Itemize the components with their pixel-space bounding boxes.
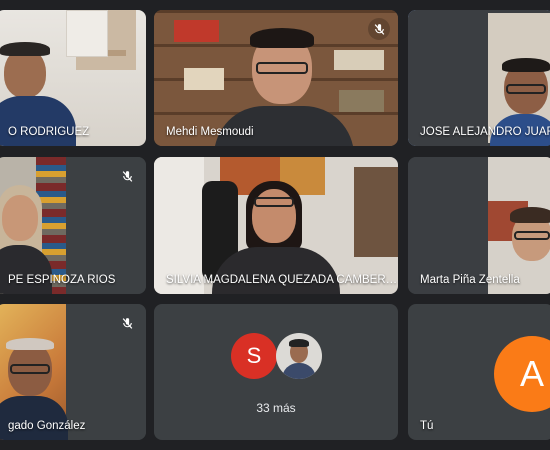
participant-name: Mehdi Mesmoudi	[166, 126, 254, 138]
participant-tile-4[interactable]: PE ESPINOZA RIOS	[0, 157, 146, 294]
participant-name: JOSE ALEJANDRO JUAREZ	[420, 126, 550, 138]
participant-name: SILVIA MAGDALENA QUEZADA CAMBER…	[166, 274, 398, 286]
participant-tile-7[interactable]: gado González	[0, 304, 146, 440]
participant-tile-1[interactable]: O RODRIGUEZ	[0, 10, 146, 146]
participant-avatar-photo	[276, 333, 322, 379]
participant-name: O RODRIGUEZ	[8, 126, 90, 138]
mic-off-icon	[116, 165, 138, 187]
participant-name: Tú	[420, 420, 434, 432]
participant-tile-5[interactable]: SILVIA MAGDALENA QUEZADA CAMBER…	[154, 157, 398, 294]
mic-off-icon	[368, 18, 390, 40]
self-tile[interactable]: A Tú	[408, 304, 550, 440]
participant-tile-3[interactable]: JOSE ALEJANDRO JUAREZ	[408, 10, 550, 146]
participant-name: Marta Piña Zentella	[420, 274, 520, 286]
participant-avatar-s: S	[231, 333, 277, 379]
participant-name: gado González	[8, 420, 86, 432]
participant-tile-2[interactable]: Mehdi Mesmoudi	[154, 10, 398, 146]
more-participants-tile[interactable]: S 33 más	[154, 304, 398, 440]
participant-tile-6[interactable]: Marta Piña Zentella	[408, 157, 550, 294]
self-avatar: A	[494, 336, 550, 412]
participant-name: PE ESPINOZA RIOS	[8, 274, 116, 286]
mic-off-icon	[116, 312, 138, 334]
more-participants-count: 33 más	[256, 401, 296, 415]
